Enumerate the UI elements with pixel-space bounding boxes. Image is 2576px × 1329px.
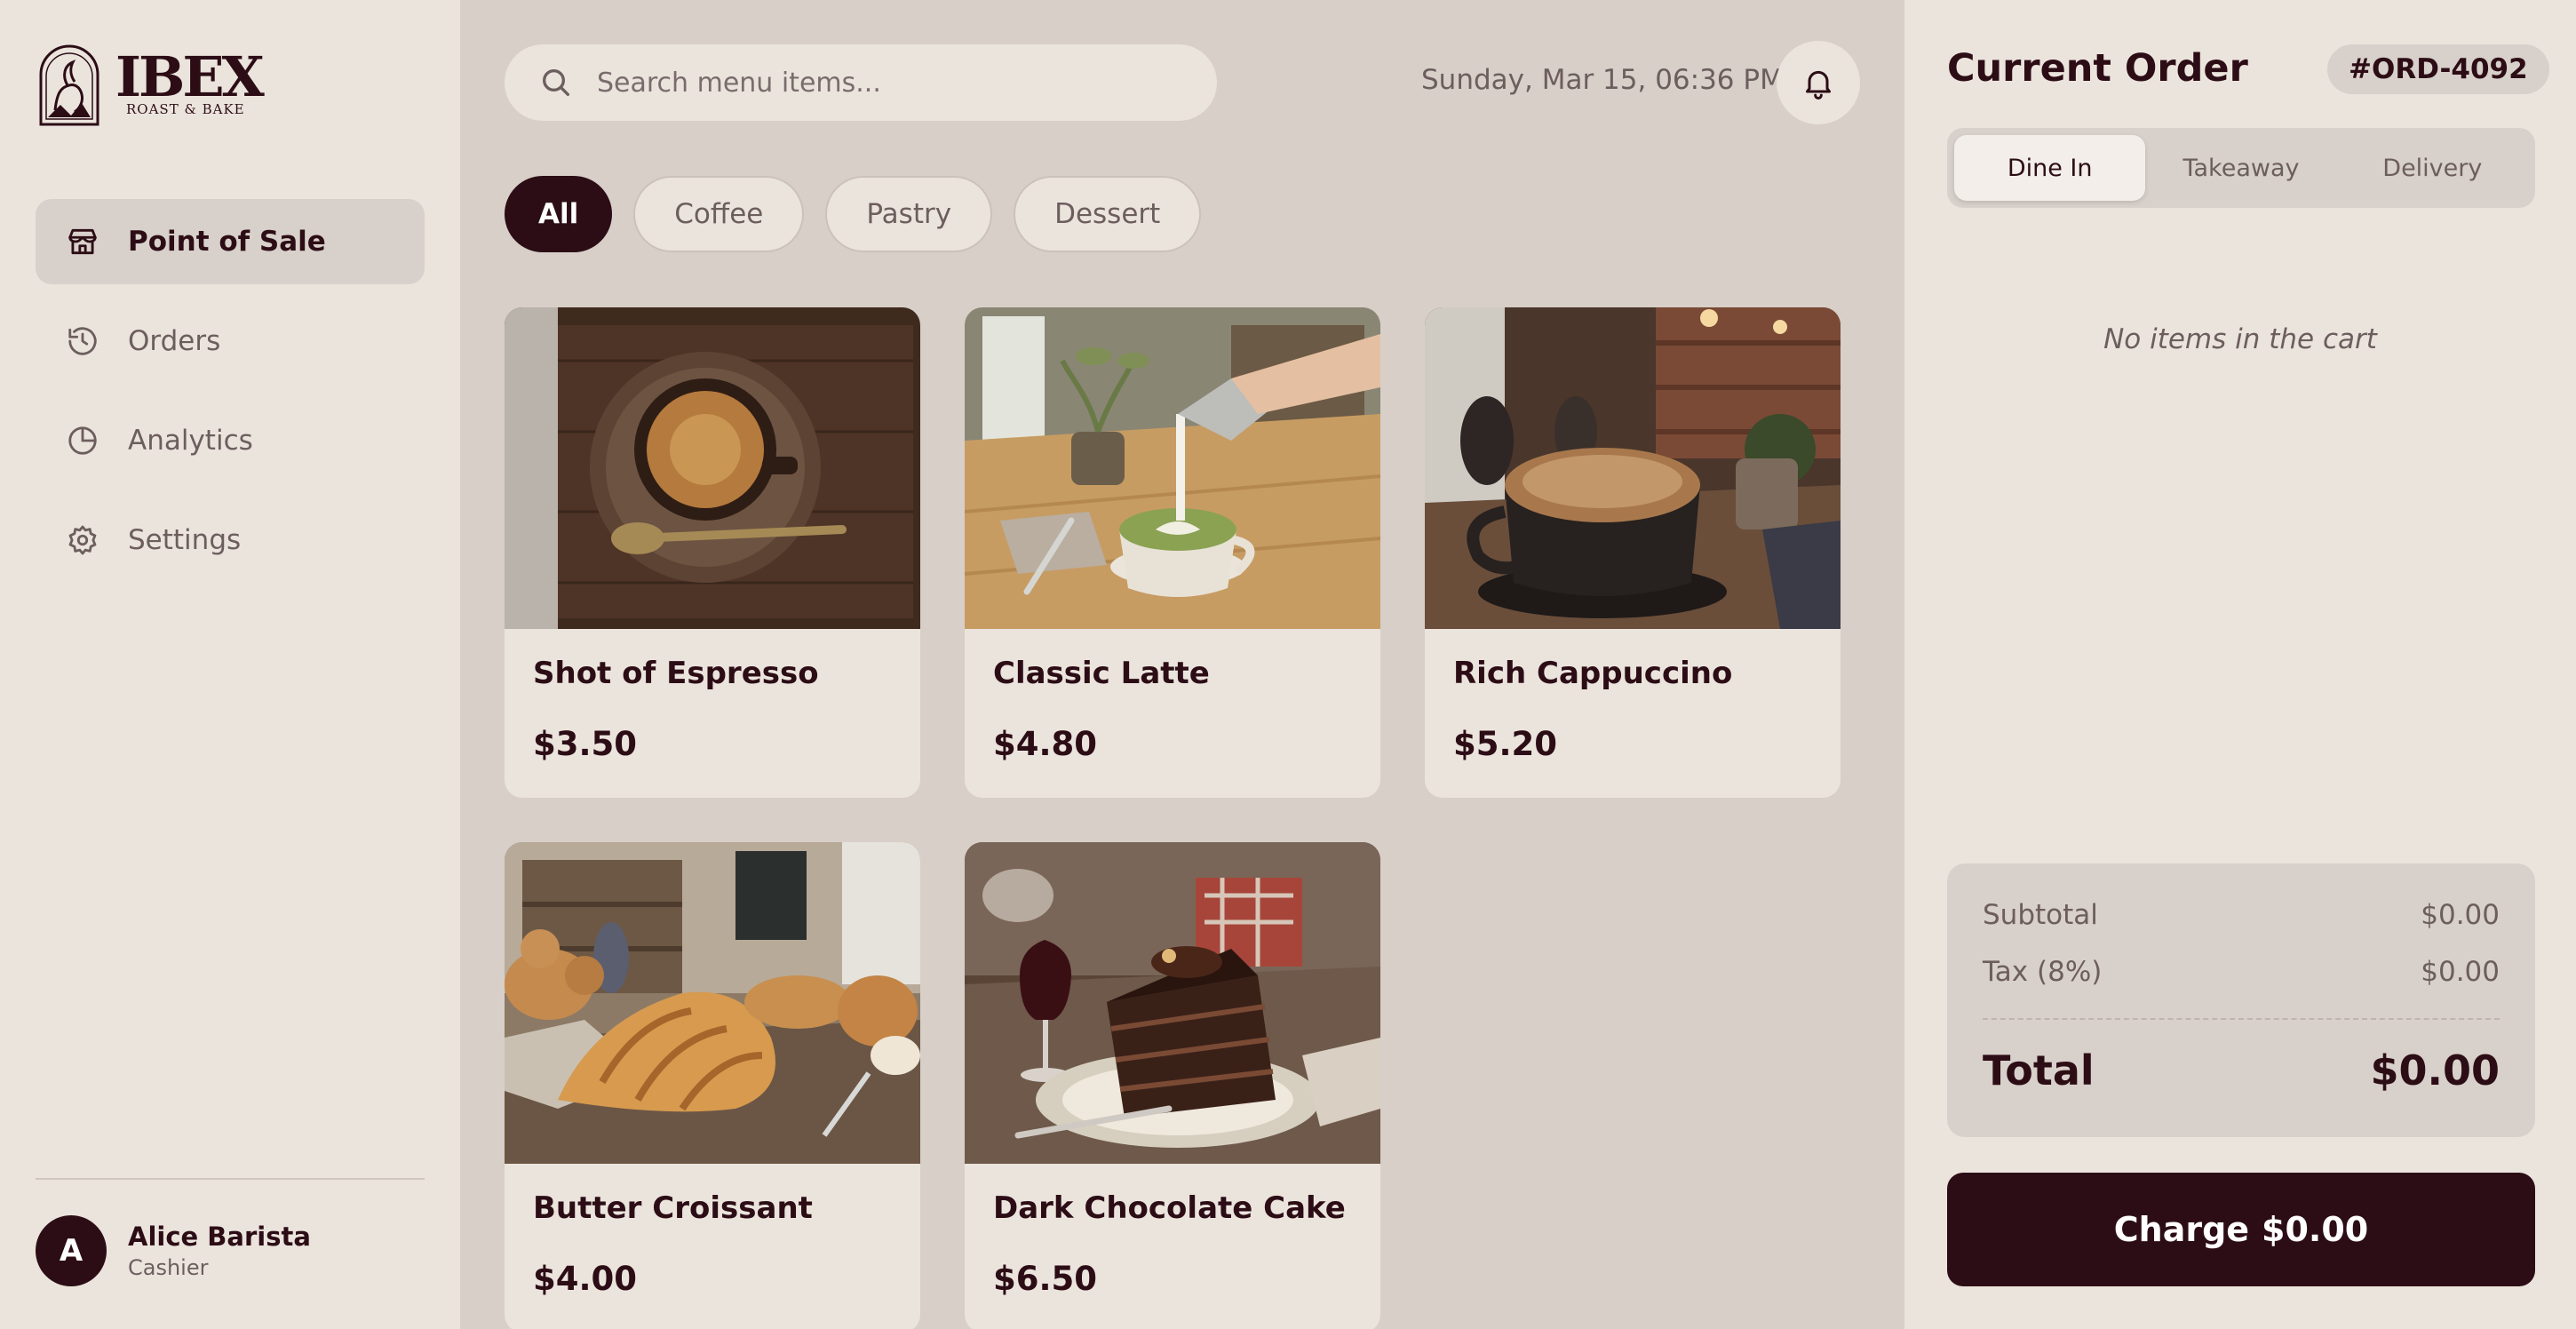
user-profile[interactable]: A Alice Barista Cashier [36,1215,311,1286]
product-card[interactable]: Rich Cappuccino $5.20 [1425,307,1841,798]
app-window: IBEX ROAST & BAKE Point of Sale Orders A… [0,0,2576,1329]
product-price: $6.50 [993,1260,1098,1298]
gear-icon [66,523,99,557]
sidebar-item-settings[interactable]: Settings [36,497,425,583]
product-price: $4.00 [533,1260,638,1298]
product-card[interactable]: Butter Croissant $4.00 [505,842,920,1329]
product-price: $3.50 [533,725,638,763]
sidebar-item-analytics[interactable]: Analytics [36,398,425,483]
order-panel: Current Order #ORD-4092 Dine In Takeaway… [1903,0,2576,1329]
history-icon [66,324,99,358]
notifications-button[interactable] [1777,41,1860,124]
order-id-badge: #ORD-4092 [2327,44,2549,94]
tax-value: $0.00 [2421,956,2500,988]
ibex-logo-icon [39,44,99,126]
product-name: Dark Chocolate Cake [993,1190,1346,1226]
product-name: Shot of Espresso [533,656,819,691]
charge-label: Charge [2113,1210,2250,1249]
divider [1983,1018,2500,1020]
product-name: Classic Latte [993,656,1210,691]
pie-chart-icon [66,424,99,458]
sidebar-item-label: Settings [128,524,242,556]
category-filters: All Coffee Pastry Dessert [505,176,1222,252]
tax-label: Tax (8%) [1983,956,2103,988]
filter-chip-coffee[interactable]: Coffee [633,176,805,252]
product-image [505,307,920,629]
empty-cart-message: No items in the cart [2103,323,2377,355]
subtotal-value: $0.00 [2421,899,2500,931]
product-card[interactable]: Dark Chocolate Cake $6.50 [965,842,1380,1329]
user-name: Alice Barista [128,1222,311,1252]
product-image [1425,307,1841,629]
sidebar-item-label: Analytics [128,425,253,457]
charge-amount: $0.00 [2262,1210,2369,1249]
search-bar[interactable] [505,44,1217,121]
total-label: Total [1983,1046,2095,1094]
sidebar-item-orders[interactable]: Orders [36,298,425,384]
brand-name: IBEX [115,44,265,109]
filter-chip-dessert[interactable]: Dessert [1014,176,1202,252]
subtotal-label: Subtotal [1983,899,2098,931]
product-card[interactable]: Classic Latte $4.80 [965,307,1380,798]
brand-tagline: ROAST & BAKE [126,101,245,117]
tab-takeaway[interactable]: Takeaway [2145,135,2336,201]
tab-delivery[interactable]: Delivery [2337,135,2528,201]
product-price: $5.20 [1453,725,1558,763]
filter-chip-pastry[interactable]: Pastry [825,176,993,252]
sidebar-nav: Point of Sale Orders Analytics Settings [36,199,425,597]
sidebar-item-label: Orders [128,325,221,357]
product-name: Rich Cappuccino [1453,656,1733,691]
filter-chip-all[interactable]: All [505,176,613,252]
store-icon [66,225,99,259]
total-value: $0.00 [2370,1046,2500,1094]
avatar: A [36,1215,107,1286]
order-summary: Subtotal $0.00 Tax (8%) $0.00 Total $0.0… [1947,863,2535,1137]
user-role: Cashier [128,1255,209,1280]
product-card[interactable]: Shot of Espresso $3.50 [505,307,920,798]
product-price: $4.80 [993,725,1098,763]
product-grid: Shot of Espresso $3.50 Classic Latte $4.… [505,307,1841,1329]
product-image [505,842,920,1164]
tab-dine-in[interactable]: Dine In [1954,135,2146,201]
search-input[interactable] [597,67,1165,99]
order-type-tabs: Dine In Takeaway Delivery [1947,128,2535,208]
sidebar-item-point-of-sale[interactable]: Point of Sale [36,199,425,284]
sidebar: IBEX ROAST & BAKE Point of Sale Orders A… [0,0,462,1329]
current-datetime: Sunday, Mar 15, 06:36 PM [1421,64,1784,96]
product-image [965,307,1380,629]
divider [36,1178,425,1180]
search-icon [543,69,569,97]
menu-area: Sunday, Mar 15, 06:36 PM All Coffee Past… [462,0,1903,1329]
charge-button[interactable]: Charge $0.00 [1947,1173,2535,1286]
brand-logo: IBEX ROAST & BAKE [36,41,265,128]
product-name: Butter Croissant [533,1190,813,1226]
order-title: Current Order [1947,46,2248,91]
bell-icon [1806,70,1831,99]
sidebar-item-label: Point of Sale [128,226,326,258]
product-image [965,842,1380,1164]
